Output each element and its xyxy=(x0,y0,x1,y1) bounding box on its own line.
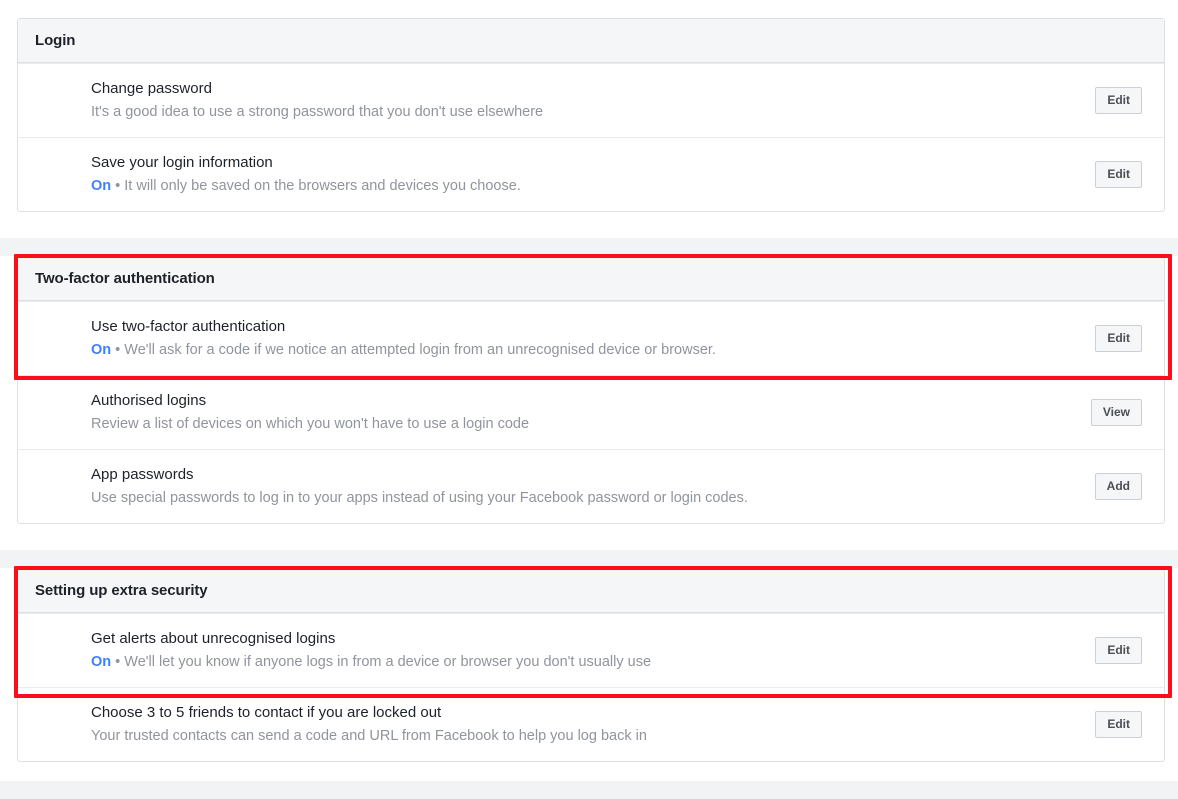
row-title: Save your login information xyxy=(91,154,273,171)
row-desc-text: It's a good idea to use a strong passwor… xyxy=(91,104,544,120)
separator-dot: • xyxy=(115,654,121,670)
add-button-app-passwords[interactable]: Add xyxy=(1094,473,1142,500)
section-login: Login Change password It's a good idea t… xyxy=(17,18,1165,212)
row-title: Change password xyxy=(91,80,212,97)
row-desc-text: Use special passwords to log in to your … xyxy=(91,490,748,506)
row-title: Get alerts about unrecognised logins xyxy=(91,630,336,647)
row-save-login-information[interactable]: Save your login information On • It will… xyxy=(18,137,1164,211)
section-title-setting-up-extra-security: Setting up extra security xyxy=(35,582,208,599)
edit-button-save-login-information[interactable]: Edit xyxy=(1095,161,1142,188)
row-text: Get alerts about unrecognised logins On … xyxy=(91,628,1081,673)
row-desc-text: Review a list of devices on which you wo… xyxy=(91,416,530,432)
row-description: On • We'll let you know if anyone logs i… xyxy=(91,652,1081,673)
row-text: Choose 3 to 5 friends to contact if you … xyxy=(91,702,1081,747)
row-get-alerts-unrecognised-logins[interactable]: Get alerts about unrecognised logins On … xyxy=(18,613,1164,687)
row-authorised-logins[interactable]: Authorised logins Review a list of devic… xyxy=(18,375,1164,449)
edit-button-change-password[interactable]: Edit xyxy=(1095,87,1142,114)
row-app-passwords[interactable]: App passwords Use special passwords to l… xyxy=(18,449,1164,523)
section-setting-up-extra-security: Setting up extra security Get alerts abo… xyxy=(17,568,1165,762)
row-title: Authorised logins xyxy=(91,392,207,409)
row-desc-text: It will only be saved on the browsers an… xyxy=(124,178,521,194)
security-settings-page: Login Change password It's a good idea t… xyxy=(0,0,1178,799)
view-button-authorised-logins[interactable]: View xyxy=(1090,399,1142,426)
row-use-two-factor-authentication[interactable]: Use two-factor authentication On • We'll… xyxy=(18,301,1164,375)
status-badge-on: On xyxy=(91,342,112,358)
status-badge-on: On xyxy=(91,654,112,670)
status-badge-on: On xyxy=(91,178,112,194)
row-text: Save your login information On • It will… xyxy=(91,152,1081,197)
row-description: Review a list of devices on which you wo… xyxy=(91,414,1077,435)
row-description: Your trusted contacts can send a code an… xyxy=(91,726,1081,747)
row-description: On • It will only be saved on the browse… xyxy=(91,176,1081,197)
section-two-factor-authentication: Two-factor authentication Use two-factor… xyxy=(17,256,1165,524)
gap-strip-2 xyxy=(0,550,1178,568)
section-header-login: Login xyxy=(18,19,1164,63)
edit-button-get-alerts[interactable]: Edit xyxy=(1095,637,1142,664)
row-text: Change password It's a good idea to use … xyxy=(91,78,1081,123)
section-header-setting-up-extra-security: Setting up extra security xyxy=(18,569,1164,613)
row-text: Use two-factor authentication On • We'll… xyxy=(91,316,1081,361)
row-text: Authorised logins Review a list of devic… xyxy=(91,390,1077,435)
edit-button-trusted-contacts[interactable]: Edit xyxy=(1095,711,1142,738)
section-title-two-factor-authentication: Two-factor authentication xyxy=(35,270,215,287)
row-description: On • We'll ask for a code if we notice a… xyxy=(91,340,1081,361)
row-text: App passwords Use special passwords to l… xyxy=(91,464,1081,509)
row-change-password[interactable]: Change password It's a good idea to use … xyxy=(18,63,1164,137)
row-title: Use two-factor authentication xyxy=(91,318,286,335)
separator-dot: • xyxy=(115,342,121,358)
row-desc-text: We'll ask for a code if we notice an att… xyxy=(124,342,716,358)
gap-strip-3 xyxy=(0,781,1178,799)
row-title: Choose 3 to 5 friends to contact if you … xyxy=(91,704,442,721)
row-choose-trusted-contacts[interactable]: Choose 3 to 5 friends to contact if you … xyxy=(18,687,1164,761)
row-description: It's a good idea to use a strong passwor… xyxy=(91,102,1081,123)
separator-dot: • xyxy=(115,178,121,194)
edit-button-two-factor-authentication[interactable]: Edit xyxy=(1095,325,1142,352)
section-header-two-factor-authentication: Two-factor authentication xyxy=(18,257,1164,301)
gap-strip-1 xyxy=(0,238,1178,256)
row-desc-text: Your trusted contacts can send a code an… xyxy=(91,728,647,744)
row-description: Use special passwords to log in to your … xyxy=(91,488,1081,509)
section-title-login: Login xyxy=(35,32,76,49)
row-desc-text: We'll let you know if anyone logs in fro… xyxy=(124,654,652,670)
row-title: App passwords xyxy=(91,466,194,483)
